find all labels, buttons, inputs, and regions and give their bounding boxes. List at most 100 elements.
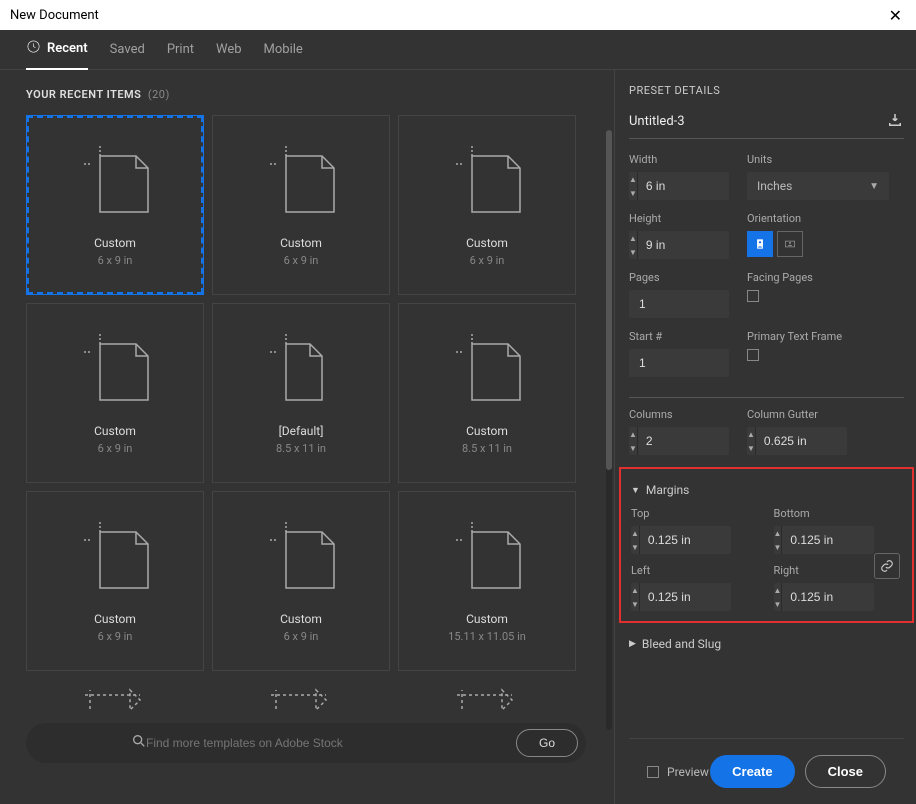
margin-left-stepper[interactable]: ▲▼ bbox=[631, 583, 731, 611]
margins-header[interactable]: ▼ Margins bbox=[631, 483, 902, 497]
margin-bottom-label: Bottom bbox=[774, 507, 903, 520]
preview-label: Preview bbox=[667, 765, 709, 779]
preset-item[interactable] bbox=[26, 679, 204, 711]
tab-recent-label: Recent bbox=[47, 41, 88, 56]
facing-pages-checkbox[interactable] bbox=[747, 290, 813, 302]
margin-bottom-input[interactable] bbox=[782, 526, 916, 554]
preset-size: 6 x 9 in bbox=[98, 630, 133, 643]
units-label: Units bbox=[747, 153, 889, 166]
link-margins-icon[interactable] bbox=[874, 553, 900, 579]
preset-name: Custom bbox=[466, 612, 508, 626]
preview-checkbox[interactable] bbox=[647, 766, 659, 778]
preset-item[interactable]: Custom 6 x 9 in bbox=[26, 115, 204, 295]
preset-item[interactable]: Custom 6 x 9 in bbox=[212, 491, 390, 671]
search-icon bbox=[131, 733, 147, 753]
tab-mobile[interactable]: Mobile bbox=[264, 30, 303, 70]
preset-name-input[interactable]: Untitled-3 bbox=[629, 114, 685, 129]
preset-size: 8.5 x 11 in bbox=[276, 442, 326, 455]
orientation-landscape[interactable] bbox=[777, 231, 803, 257]
preset-size: 8.5 x 11 in bbox=[462, 442, 512, 455]
download-icon[interactable] bbox=[886, 111, 904, 132]
tab-web[interactable]: Web bbox=[216, 30, 242, 70]
preset-name: [Default] bbox=[279, 424, 324, 438]
page-icon bbox=[266, 332, 336, 402]
dialog: Recent Saved Print Web Mobile YOUR RECEN… bbox=[0, 30, 916, 804]
preset-item[interactable] bbox=[212, 679, 390, 711]
gutter-stepper[interactable]: ▲▼ bbox=[747, 427, 847, 455]
create-button[interactable]: Create bbox=[710, 755, 794, 788]
preset-item[interactable]: Custom 6 x 9 in bbox=[26, 491, 204, 671]
primary-text-frame-checkbox[interactable] bbox=[747, 349, 842, 361]
scrollbar[interactable] bbox=[606, 130, 612, 730]
width-stepper[interactable]: ▲▼ bbox=[629, 172, 729, 200]
preset-grid: Custom 6 x 9 in Custom 6 x 9 in Custom 6… bbox=[26, 115, 610, 711]
preset-panel: PRESET DETAILS Untitled-3 Width ▲▼ Units bbox=[614, 70, 916, 804]
chevron-down-icon: ▼ bbox=[869, 181, 879, 192]
gutter-input[interactable] bbox=[756, 427, 916, 455]
clock-icon bbox=[26, 39, 41, 58]
preset-item[interactable]: Custom 6 x 9 in bbox=[26, 303, 204, 483]
preset-item[interactable]: [Default] 8.5 x 11 in bbox=[212, 303, 390, 483]
columns-stepper[interactable]: ▲▼ bbox=[629, 427, 729, 455]
tab-saved[interactable]: Saved bbox=[110, 30, 145, 70]
start-input[interactable] bbox=[629, 349, 729, 377]
margin-top-stepper[interactable]: ▲▼ bbox=[631, 526, 731, 554]
preset-item[interactable]: Custom 15.11 x 11.05 in bbox=[398, 491, 576, 671]
margins-section-highlight: ▼ Margins Top ▲▼ Bottom ▲▼ bbox=[619, 467, 914, 623]
preset-name: Custom bbox=[94, 424, 136, 438]
chevron-right-icon: ▶ bbox=[629, 639, 636, 649]
close-button[interactable]: Close bbox=[805, 755, 886, 788]
page-icon bbox=[266, 144, 336, 214]
orientation-portrait[interactable] bbox=[747, 231, 773, 257]
start-label: Start # bbox=[629, 330, 729, 343]
gutter-label: Column Gutter bbox=[747, 408, 847, 421]
preset-details-header: PRESET DETAILS bbox=[629, 84, 904, 97]
orientation-label: Orientation bbox=[747, 212, 803, 225]
pages-input[interactable] bbox=[629, 290, 729, 318]
preset-size: 6 x 9 in bbox=[98, 442, 133, 455]
preset-size: 15.11 x 11.05 in bbox=[448, 630, 526, 643]
preset-item[interactable] bbox=[398, 679, 576, 711]
primary-label: Primary Text Frame bbox=[747, 330, 842, 343]
bleed-header[interactable]: ▶ Bleed and Slug bbox=[629, 637, 904, 651]
preset-name: Custom bbox=[280, 236, 322, 250]
go-button[interactable]: Go bbox=[516, 729, 578, 757]
tab-recent[interactable]: Recent bbox=[26, 30, 88, 70]
width-label: Width bbox=[629, 153, 729, 166]
tabs: Recent Saved Print Web Mobile bbox=[0, 30, 916, 70]
preset-item[interactable]: Custom 6 x 9 in bbox=[398, 115, 576, 295]
preset-name: Custom bbox=[466, 236, 508, 250]
close-icon[interactable]: ✕ bbox=[885, 6, 906, 25]
chevron-down-icon: ▼ bbox=[631, 485, 640, 496]
footer: Preview Create Close bbox=[629, 738, 904, 804]
preset-item[interactable]: Custom 8.5 x 11 in bbox=[398, 303, 576, 483]
preset-size: 6 x 9 in bbox=[98, 254, 133, 267]
margin-top-label: Top bbox=[631, 507, 760, 520]
preset-item[interactable]: Custom 6 x 9 in bbox=[212, 115, 390, 295]
title-bar: New Document ✕ bbox=[0, 0, 916, 30]
tab-print[interactable]: Print bbox=[167, 30, 194, 70]
window-title: New Document bbox=[10, 8, 99, 23]
columns-label: Columns bbox=[629, 408, 729, 421]
page-icon bbox=[266, 520, 336, 590]
height-label: Height bbox=[629, 212, 729, 225]
page-icon bbox=[452, 679, 522, 711]
preset-name: Custom bbox=[94, 612, 136, 626]
page-icon bbox=[452, 520, 522, 590]
page-icon bbox=[452, 144, 522, 214]
preset-name: Custom bbox=[466, 424, 508, 438]
chevron-up-icon: ▲ bbox=[629, 172, 637, 186]
page-icon bbox=[452, 332, 522, 402]
search-input[interactable] bbox=[106, 736, 500, 750]
margin-right-input[interactable] bbox=[782, 583, 916, 611]
units-select[interactable]: Inches▼ bbox=[747, 172, 889, 200]
page-icon bbox=[80, 679, 150, 711]
pages-label: Pages bbox=[629, 271, 729, 284]
recent-heading: YOUR RECENT ITEMS (20) bbox=[26, 88, 610, 101]
facing-label: Facing Pages bbox=[747, 271, 813, 284]
page-icon bbox=[266, 679, 336, 711]
page-icon bbox=[80, 144, 150, 214]
margin-bottom-stepper[interactable]: ▲▼ bbox=[774, 526, 874, 554]
height-stepper[interactable]: ▲▼ bbox=[629, 231, 729, 259]
margin-right-stepper[interactable]: ▲▼ bbox=[774, 583, 874, 611]
